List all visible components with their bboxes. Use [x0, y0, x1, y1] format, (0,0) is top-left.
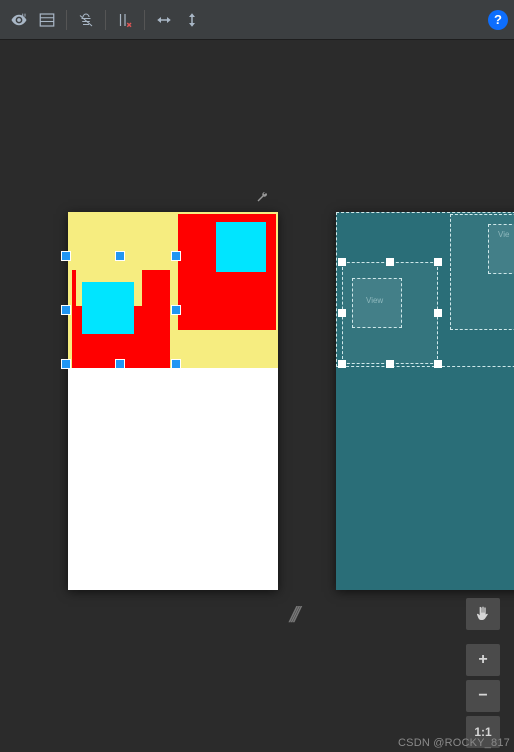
resize-handle[interactable]	[62, 360, 70, 368]
expand-horizontal-button[interactable]	[151, 7, 177, 33]
wrench-icon[interactable]	[256, 190, 268, 206]
eye-icon	[10, 11, 28, 29]
pan-tool-panel	[466, 598, 500, 630]
cyan-view-2[interactable]	[216, 222, 266, 272]
resize-corner-icon[interactable]: ///	[287, 602, 299, 628]
resize-handle[interactable]	[172, 252, 180, 260]
panels-icon	[38, 11, 56, 29]
remove-constraints-button[interactable]	[112, 7, 138, 33]
constraints-remove-icon	[116, 11, 134, 29]
resize-handle[interactable]	[338, 258, 346, 266]
separator	[144, 10, 145, 30]
toggle-warnings-button[interactable]	[73, 7, 99, 33]
resize-handle[interactable]	[434, 309, 442, 317]
resize-handle[interactable]	[386, 360, 394, 368]
expand-vertical-button[interactable]	[179, 7, 205, 33]
resize-handle[interactable]	[172, 306, 180, 314]
zoom-in-button[interactable]: +	[466, 644, 500, 676]
resize-handle[interactable]	[62, 252, 70, 260]
show-panels-button[interactable]	[34, 7, 60, 33]
watermark: CSDN @ROCKY_817	[398, 737, 510, 749]
resize-handle[interactable]	[434, 258, 442, 266]
resize-handle[interactable]	[434, 360, 442, 368]
resize-handle[interactable]	[386, 258, 394, 266]
bug-off-icon	[77, 11, 95, 29]
minus-glyph: −	[478, 687, 487, 705]
resize-handle[interactable]	[62, 306, 70, 314]
bp-label: Vie	[498, 230, 509, 239]
resize-handle[interactable]	[116, 252, 124, 260]
zoom-out-button[interactable]: −	[466, 680, 500, 712]
resize-handle[interactable]	[116, 360, 124, 368]
zoom-panel: + − 1:1	[466, 644, 500, 752]
toggle-visibility-button[interactable]	[6, 7, 32, 33]
pan-button[interactable]	[466, 598, 500, 630]
toolbar: ?	[0, 0, 514, 40]
bp-label: View	[366, 296, 383, 305]
resize-handle[interactable]	[338, 309, 346, 317]
help-button[interactable]: ?	[488, 10, 508, 30]
arrows-h-icon	[155, 11, 173, 29]
plus-glyph: +	[478, 651, 487, 669]
device-preview-blueprint[interactable]: View Vie	[336, 212, 514, 590]
arrows-v-icon	[183, 11, 201, 29]
hand-icon	[475, 606, 491, 622]
help-glyph: ?	[494, 12, 502, 27]
design-canvas[interactable]: /// View Vie + − 1:1 CSDN @ROCKY_81	[0, 40, 514, 752]
separator	[105, 10, 106, 30]
resize-handle[interactable]	[338, 360, 346, 368]
resize-handle[interactable]	[172, 360, 180, 368]
separator	[66, 10, 67, 30]
